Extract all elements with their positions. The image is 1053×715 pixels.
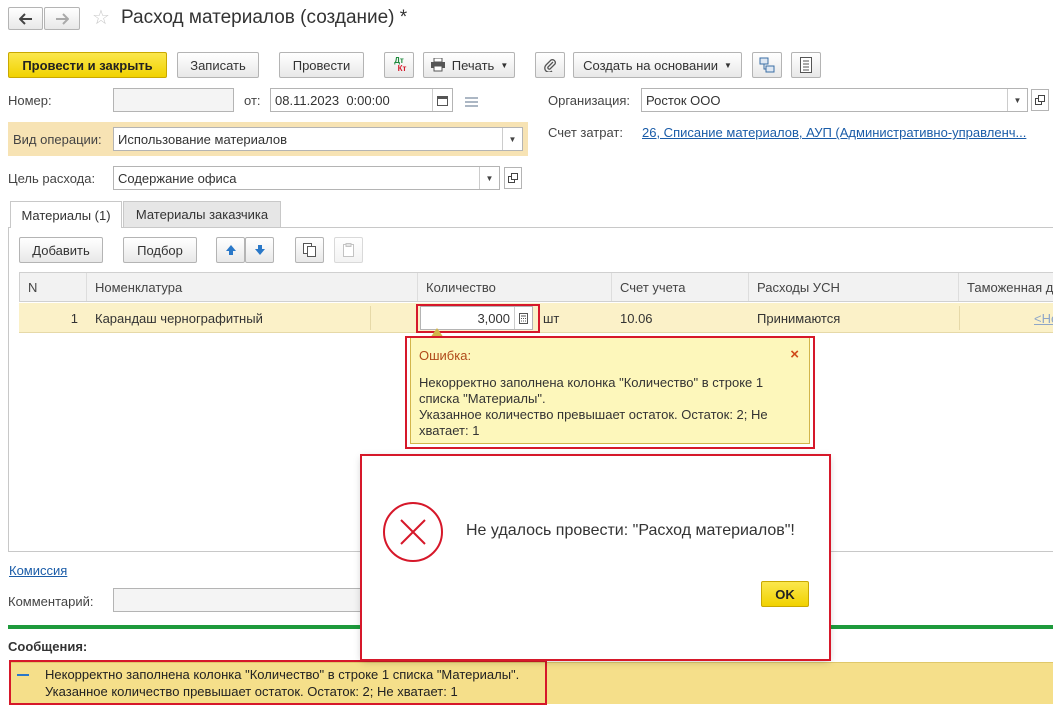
add-button[interactable]: Добавить xyxy=(19,237,103,263)
arrow-right-icon xyxy=(56,12,69,25)
paste-icon xyxy=(342,243,354,257)
operation-type-value: Использование материалов xyxy=(118,131,288,147)
save-button[interactable]: Записать xyxy=(177,52,259,78)
copy-icon xyxy=(302,243,316,257)
paperclip-icon xyxy=(544,59,556,72)
commission-link[interactable]: Комиссия xyxy=(9,563,67,578)
paste-button[interactable] xyxy=(334,237,363,263)
window-title: Расход материалов (создание) * xyxy=(121,7,408,28)
open-form-icon xyxy=(508,173,518,183)
comment-field[interactable] xyxy=(113,588,373,612)
row-account[interactable]: 10.06 xyxy=(620,304,740,332)
tab-materials[interactable]: Материалы (1) xyxy=(10,201,122,228)
history-icon[interactable] xyxy=(465,95,478,110)
organization-value: Росток ООО xyxy=(646,92,721,108)
print-label: Печать xyxy=(451,57,495,73)
arrow-up-icon xyxy=(225,245,236,255)
messages-title: Сообщения: xyxy=(8,639,88,654)
report-button[interactable] xyxy=(791,52,821,78)
organization-field[interactable]: Росток ООО ▼ xyxy=(641,88,1028,112)
expense-purpose-label: Цель расхода: xyxy=(8,171,96,186)
row-usn[interactable]: Принимаются xyxy=(757,304,947,332)
tab-customer-materials[interactable]: Материалы заказчика xyxy=(123,201,281,227)
forward-button[interactable] xyxy=(44,7,80,30)
move-down-button[interactable] xyxy=(245,237,274,263)
kt-label: Кт xyxy=(397,64,407,73)
cost-account-link[interactable]: 26, Списание материалов, АУП (Администра… xyxy=(642,125,1026,140)
number-label: Номер: xyxy=(8,93,52,108)
move-up-button[interactable] xyxy=(216,237,245,263)
copy-button[interactable] xyxy=(295,237,324,263)
post-and-close-button[interactable]: Провести и закрыть xyxy=(8,52,167,78)
back-button[interactable] xyxy=(8,7,43,30)
row-number: 1 xyxy=(70,310,78,326)
calendar-icon xyxy=(437,95,448,106)
operation-type-label: Вид операции: xyxy=(13,132,102,147)
dropdown-arrow-icon: ▼ xyxy=(500,60,509,70)
dropdown-arrow-icon: ▼ xyxy=(723,60,732,70)
comment-label: Комментарий: xyxy=(8,594,94,609)
arrow-down-icon xyxy=(254,245,265,255)
row-item-divider xyxy=(370,306,371,330)
column-header-account[interactable]: Счет учета xyxy=(612,273,749,301)
arrow-left-icon xyxy=(18,12,32,25)
create-based-on-button[interactable]: Создать на основании ▼ xyxy=(573,52,742,78)
cost-account-label: Счет затрат: xyxy=(548,125,623,140)
number-field[interactable] xyxy=(113,88,234,112)
create-based-on-label: Создать на основании xyxy=(583,57,718,73)
structure-button[interactable] xyxy=(752,52,782,78)
error-dialog-highlight xyxy=(360,454,831,661)
organization-label: Организация: xyxy=(548,93,631,108)
error-tooltip-highlight xyxy=(405,336,815,449)
operation-type-dropdown-button[interactable]: ▼ xyxy=(502,128,522,150)
date-label: от: xyxy=(244,93,261,108)
printer-icon xyxy=(430,58,445,72)
post-button[interactable]: Провести xyxy=(279,52,364,78)
organization-dropdown-button[interactable]: ▼ xyxy=(1007,89,1027,111)
row-usn-divider xyxy=(959,306,960,330)
report-list-icon xyxy=(800,57,812,73)
calendar-button[interactable] xyxy=(432,89,452,111)
column-header-quantity[interactable]: Количество xyxy=(418,273,612,301)
document-structure-icon xyxy=(759,57,775,73)
open-form-icon xyxy=(1035,95,1045,105)
column-header-item[interactable]: Номенклатура xyxy=(87,273,418,301)
favorite-star-icon[interactable]: ☆ xyxy=(92,8,110,28)
attach-button[interactable] xyxy=(535,52,565,78)
print-button[interactable]: Печать ▼ xyxy=(423,52,515,78)
row-unit: шт xyxy=(543,310,560,326)
row-customs-link[interactable]: <Не xyxy=(1034,304,1053,332)
expense-purpose-open-button[interactable] xyxy=(504,167,522,189)
date-value: 08.11.2023 0:00:00 xyxy=(275,92,390,108)
message-highlight xyxy=(9,660,547,705)
select-button[interactable]: Подбор xyxy=(123,237,197,263)
column-header-customs[interactable]: Таможенная д xyxy=(959,273,1053,301)
expense-purpose-field[interactable]: Содержание офиса ▼ xyxy=(113,166,500,190)
expense-purpose-value: Содержание офиса xyxy=(118,170,237,186)
dt-kt-button[interactable]: Дт Кт xyxy=(384,52,414,78)
organization-open-button[interactable] xyxy=(1031,89,1049,111)
operation-type-field[interactable]: Использование материалов ▼ xyxy=(113,127,523,151)
expense-purpose-dropdown-button[interactable]: ▼ xyxy=(479,167,499,189)
column-header-usn[interactable]: Расходы УСН xyxy=(749,273,959,301)
date-field[interactable]: 08.11.2023 0:00:00 xyxy=(270,88,453,112)
row-item[interactable]: Карандаш чернографитный xyxy=(95,304,370,332)
column-header-n[interactable]: N xyxy=(20,273,87,301)
